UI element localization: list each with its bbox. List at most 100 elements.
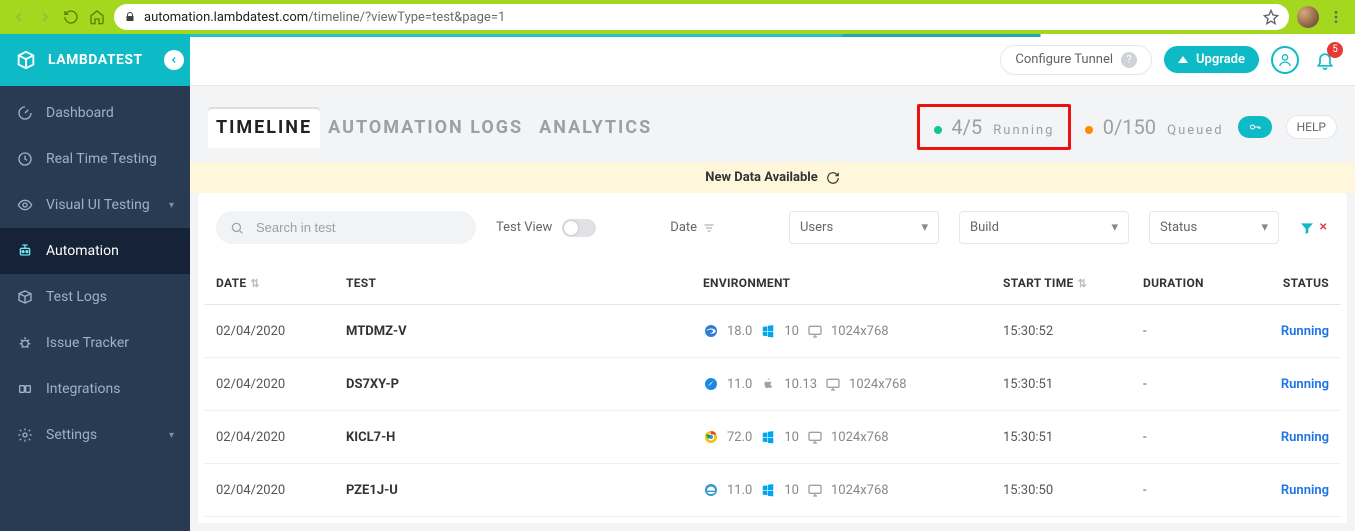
sidebar-item-test-logs[interactable]: Test Logs: [0, 274, 190, 320]
cell-start-time: 15:30:51: [991, 411, 1131, 464]
new-data-banner[interactable]: New Data Available: [190, 162, 1355, 193]
cell-test: MTDMZ-V: [334, 305, 691, 358]
topbar: Configure Tunnel ? Upgrade 5: [190, 34, 1355, 86]
browser-version: 11.0: [727, 377, 752, 392]
windows-icon: [760, 429, 776, 445]
account-avatar-icon[interactable]: [1271, 46, 1299, 74]
sidebar-item-settings[interactable]: Settings▾: [0, 412, 190, 458]
chevron-down-icon: ▾: [1261, 220, 1268, 235]
col-start[interactable]: START TIME: [1003, 276, 1074, 290]
cell-test: PZE1J-U: [334, 464, 691, 517]
safari-icon: [703, 376, 719, 392]
lock-icon: [124, 11, 136, 23]
bookmark-star-icon[interactable]: [1263, 9, 1279, 25]
cell-start-time: 15:30:50: [991, 464, 1131, 517]
sidebar-collapse-button[interactable]: [164, 50, 184, 70]
search-input[interactable]: [254, 219, 462, 236]
nav-back-icon[interactable]: [10, 8, 28, 26]
chevron-down-icon: ▾: [921, 220, 928, 235]
search-icon: [230, 221, 244, 235]
running-status-highlight: 4/5 Running: [917, 104, 1071, 150]
tab-automation-logs[interactable]: AUTOMATION LOGS: [320, 107, 531, 148]
robot-icon: [16, 242, 34, 260]
puzzle-icon: [16, 380, 34, 398]
running-dot-icon: [934, 126, 942, 134]
sort-icon: ⇅: [250, 277, 260, 290]
build-select-label: Build: [970, 220, 999, 235]
queued-label: Queued: [1167, 123, 1223, 138]
monitor-icon: [807, 429, 823, 445]
browser-version: 72.0: [727, 430, 752, 445]
monitor-icon: [807, 482, 823, 498]
clear-x-icon: ✕: [1319, 222, 1327, 233]
cell-duration: -: [1131, 464, 1251, 517]
build-select[interactable]: Build ▾: [959, 211, 1129, 244]
browser-chrome: automation.lambdatest.com/timeline/?view…: [0, 0, 1355, 34]
chevron-down-icon: ▾: [169, 430, 174, 441]
profile-avatar[interactable]: [1297, 6, 1319, 28]
col-duration[interactable]: DURATION: [1143, 276, 1204, 290]
windows-icon: [760, 323, 776, 339]
browser-version: 11.0: [727, 483, 752, 498]
tab-analytics[interactable]: ANALYTICS: [531, 107, 660, 148]
box-icon: [16, 288, 34, 306]
eye-icon: [16, 196, 34, 214]
resolution: 1024x768: [831, 430, 889, 445]
home-icon[interactable]: [88, 8, 106, 26]
notifications-bell[interactable]: 5: [1311, 46, 1339, 74]
cell-date: 02/04/2020: [204, 464, 334, 517]
sidebar-item-real-time-testing[interactable]: Real Time Testing: [0, 136, 190, 182]
table-row[interactable]: 02/04/2020MTDMZ-V18.0101024x76815:30:52-…: [204, 305, 1341, 358]
upgrade-button[interactable]: Upgrade: [1164, 46, 1259, 73]
sidebar-item-visual-ui-testing[interactable]: Visual UI Testing▾: [0, 182, 190, 228]
bug-icon: [16, 334, 34, 352]
banner-text: New Data Available: [705, 170, 817, 185]
brand-name: LAMBDATEST: [48, 52, 143, 68]
tab-timeline[interactable]: TIMELINE: [208, 107, 320, 148]
col-date[interactable]: DATE: [216, 276, 246, 290]
table-row[interactable]: 02/04/2020DS7XY-P11.010.131024x76815:30:…: [204, 358, 1341, 411]
table-row[interactable]: 02/04/2020KICL7-H72.0101024x76815:30:51-…: [204, 411, 1341, 464]
search-input-wrap[interactable]: [216, 211, 476, 244]
sidebar-item-label: Automation: [46, 243, 119, 259]
cell-date: 02/04/2020: [204, 305, 334, 358]
sidebar-item-integrations[interactable]: Integrations: [0, 366, 190, 412]
browser-menu-icon[interactable]: [1327, 8, 1345, 26]
col-test[interactable]: TEST: [346, 276, 376, 290]
test-view-toggle[interactable]: [562, 219, 596, 237]
users-select[interactable]: Users ▾: [789, 211, 939, 244]
sidebar-item-dashboard[interactable]: Dashboard: [0, 90, 190, 136]
brand-logo-icon: [14, 48, 38, 72]
table-row[interactable]: 02/04/2020PZE1J-U11.0101024x76815:30:50-…: [204, 464, 1341, 517]
configure-tunnel-button[interactable]: Configure Tunnel ?: [1000, 45, 1152, 75]
cell-start-time: 15:30:51: [991, 358, 1131, 411]
cell-start-time: 15:30:52: [991, 305, 1131, 358]
cell-test: DS7XY-P: [334, 358, 691, 411]
users-select-label: Users: [800, 220, 833, 235]
date-sort-icon[interactable]: [703, 222, 715, 234]
help-button[interactable]: HELP: [1286, 115, 1337, 139]
windows-icon: [760, 482, 776, 498]
api-key-button[interactable]: [1238, 116, 1272, 138]
brand[interactable]: LAMBDATEST: [0, 34, 190, 86]
chrome-icon: [703, 429, 719, 445]
running-count: 4/5: [951, 115, 982, 139]
reload-icon[interactable]: [62, 8, 80, 26]
configure-tunnel-label: Configure Tunnel: [1015, 52, 1113, 67]
cell-status[interactable]: Running: [1251, 411, 1341, 464]
sidebar-item-automation[interactable]: Automation: [0, 228, 190, 274]
cell-status[interactable]: Running: [1251, 305, 1341, 358]
col-env[interactable]: ENVIRONMENT: [703, 276, 790, 290]
clear-filters[interactable]: ✕: [1299, 220, 1329, 236]
sidebar-item-issue-tracker[interactable]: Issue Tracker: [0, 320, 190, 366]
sidebar: LAMBDATEST DashboardReal Time TestingVis…: [0, 34, 190, 531]
cell-status[interactable]: Running: [1251, 464, 1341, 517]
cell-date: 02/04/2020: [204, 358, 334, 411]
omnibox[interactable]: automation.lambdatest.com/timeline/?view…: [114, 4, 1289, 30]
queued-dot-icon: [1085, 126, 1093, 134]
apple-icon: [760, 376, 776, 392]
nav-forward-icon[interactable]: [36, 8, 54, 26]
cell-status[interactable]: Running: [1251, 358, 1341, 411]
status-select[interactable]: Status ▾: [1149, 211, 1279, 244]
col-status[interactable]: STATUS: [1283, 276, 1329, 290]
